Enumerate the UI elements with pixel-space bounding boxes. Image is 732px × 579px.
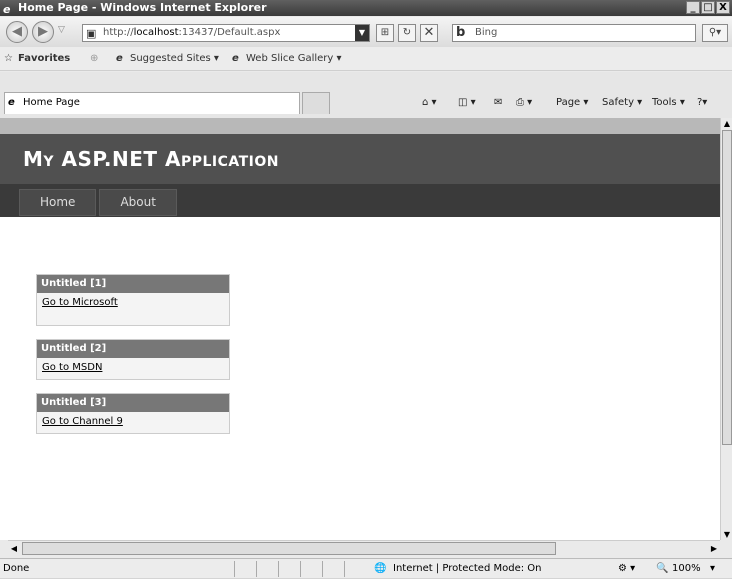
horizontal-scrollbar[interactable]: ◀ ▶ — [8, 540, 720, 556]
suggested-sites-icon: e — [116, 53, 123, 64]
favorites-star-icon: ☆ — [4, 53, 13, 64]
feeds-icon[interactable]: ◫ ▾ — [458, 92, 476, 114]
horizontal-scroll-thumb[interactable] — [22, 542, 556, 555]
widget-1: Untitled [1] Go to Microsoft — [36, 274, 230, 326]
status-text: Done — [3, 563, 30, 574]
back-button[interactable]: ◀ — [6, 21, 28, 43]
bing-icon: b — [456, 25, 466, 40]
status-cell — [256, 561, 278, 577]
stop-button[interactable]: ✕ — [420, 24, 438, 42]
browser-window: e Home Page - Windows Internet Explorer … — [0, 0, 732, 578]
refresh-button[interactable]: ↻ — [398, 24, 416, 42]
tab-label: Home Page — [23, 97, 80, 108]
zoom-level[interactable]: 100% — [672, 559, 701, 579]
add-ons-icon[interactable]: ⚙ ▾ — [618, 559, 635, 579]
menu-home[interactable]: Home — [19, 189, 97, 216]
widget-2: Untitled [2] Go to MSDN — [36, 339, 230, 380]
scroll-left-icon[interactable]: ◀ — [8, 542, 20, 555]
scroll-down-icon[interactable]: ▼ — [721, 529, 732, 540]
page-menu[interactable]: Page ▾ — [556, 92, 588, 114]
maximize-button[interactable]: □ — [701, 1, 715, 14]
page-content: My ASP.NET Application Home About Untitle… — [0, 118, 720, 540]
address-rest: :13437/Default.aspx — [178, 27, 281, 38]
close-button[interactable]: X — [716, 1, 730, 14]
site-menu: Home About — [0, 184, 720, 217]
home-icon[interactable]: ⌂ ▾ — [422, 92, 437, 114]
menu-about[interactable]: About — [99, 189, 177, 216]
address-bar[interactable]: ▣ http://localhost:13437/Default.aspx — [82, 24, 370, 42]
tab-home-page[interactable]: e Home Page — [4, 92, 300, 114]
tools-menu[interactable]: Tools ▾ — [652, 92, 685, 114]
widget-3: Untitled [3] Go to Channel 9 — [36, 393, 230, 434]
status-bar: Done 🌐 Internet | Protected Mode: On ⚙ ▾… — [0, 558, 732, 578]
zoom-icon: 🔍 — [656, 563, 669, 574]
window-title: Home Page - Windows Internet Explorer — [18, 1, 267, 14]
site-header: My ASP.NET Application — [0, 134, 720, 184]
new-tab-button[interactable] — [302, 92, 330, 114]
forward-button[interactable]: ▶ — [32, 21, 54, 43]
tab-ie-icon: e — [8, 97, 15, 108]
widget-title: Untitled [2] — [37, 340, 229, 358]
minimize-button[interactable]: _ — [686, 1, 700, 14]
web-slice-icon: e — [232, 53, 239, 64]
search-input[interactable]: b Bing — [452, 24, 696, 42]
widget-title: Untitled [3] — [37, 394, 229, 412]
status-cell — [322, 561, 344, 577]
address-host: localhost — [133, 27, 179, 38]
widget-link[interactable]: Go to MSDN — [37, 358, 229, 379]
status-cell — [344, 561, 366, 577]
widget-link[interactable]: Go to Microsoft — [37, 293, 229, 325]
address-prefix: http:// — [103, 27, 134, 38]
recent-pages-dropdown-icon[interactable]: ▽ — [58, 25, 65, 35]
favorites-bar: ☆ Favorites ⊕ e Suggested Sites ▾ e Web … — [0, 47, 732, 71]
scroll-up-icon[interactable]: ▲ — [721, 118, 732, 129]
navigation-bar: ◀ ▶ ▽ ▣ http://localhost:13437/Default.a… — [0, 17, 732, 47]
widget-title: Untitled [1] — [37, 275, 229, 293]
vertical-scroll-thumb[interactable] — [722, 130, 732, 445]
compatibility-view-button[interactable]: ⊞ — [376, 24, 394, 42]
favorites-button[interactable]: Favorites — [18, 47, 70, 71]
suggested-sites-link[interactable]: Suggested Sites ▾ — [130, 47, 219, 71]
widget-link[interactable]: Go to Channel 9 — [37, 412, 229, 433]
safety-menu[interactable]: Safety ▾ — [602, 92, 642, 114]
status-cell — [300, 561, 322, 577]
title-bar: e Home Page - Windows Internet Explorer … — [0, 0, 732, 16]
site-title: My ASP.NET Application — [23, 147, 280, 171]
help-menu[interactable]: ?▾ — [697, 92, 707, 114]
globe-icon: 🌐 — [374, 563, 387, 574]
add-favorite-icon[interactable]: ⊕ — [90, 47, 98, 71]
tab-bar: e Home Page ⌂ ▾ ◫ ▾ ✉ ⎙ ▾ Page ▾ Safety … — [0, 72, 732, 118]
vertical-scrollbar[interactable]: ▲ ▼ — [720, 118, 732, 540]
security-zone[interactable]: Internet | Protected Mode: On — [393, 559, 541, 579]
page-icon: ▣ — [86, 27, 97, 40]
ie-logo-icon: e — [3, 3, 11, 16]
mail-icon[interactable]: ✉ — [494, 92, 502, 114]
status-cell — [278, 561, 300, 577]
status-cell — [234, 561, 256, 577]
search-button[interactable]: ⚲▾ — [702, 24, 728, 42]
zoom-dropdown-icon[interactable]: ▾ — [710, 559, 715, 579]
web-slice-gallery-link[interactable]: Web Slice Gallery ▾ — [246, 47, 342, 71]
scroll-right-icon[interactable]: ▶ — [708, 542, 720, 555]
top-strip — [0, 118, 720, 134]
print-icon[interactable]: ⎙ ▾ — [516, 92, 532, 114]
search-placeholder: Bing — [475, 27, 498, 38]
address-dropdown-button[interactable]: ▼ — [355, 25, 369, 41]
